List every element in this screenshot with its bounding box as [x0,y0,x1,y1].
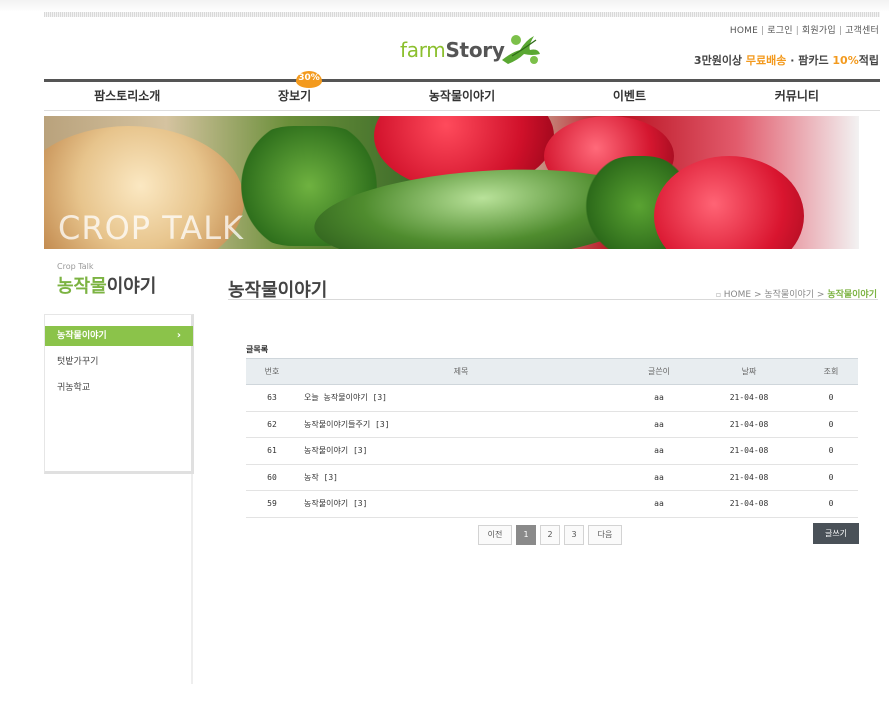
post-hits: 0 [804,384,858,412]
list-label: 글목록 [246,345,269,354]
sidebar-item-crop-talk[interactable]: 농작물이야기 › [45,326,193,346]
post-number: 61 [246,437,298,465]
post-title-link[interactable]: 농작물이야기 [3] [298,490,624,518]
bullet-icon: ▫ [715,290,724,299]
table-row[interactable]: 62 농작물이야기들주기 [3] aa 21-04-08 0 [246,411,858,438]
banner-title: CROP TALK [58,209,244,247]
top-stripe [44,12,880,17]
post-hits: 0 [804,437,858,465]
top-shadow [0,0,889,12]
post-author: aa [624,464,694,491]
hero-banner: CROP TALK [44,116,859,249]
column-hits: 조회 [804,358,858,385]
free-shipping-text: 무료배송 [745,54,787,67]
site-logo[interactable]: farmStory [398,30,548,70]
sidebar-small-title: Crop Talk [57,262,94,271]
post-number: 59 [246,490,298,518]
sidebar-heading: Crop Talk 농작물이야기 [57,262,156,298]
post-date: 21-04-08 [694,411,804,438]
column-number: 번호 [246,358,298,385]
post-author: aa [624,384,694,412]
page-button-3[interactable]: 3 [564,525,584,545]
nav-item-event[interactable]: 이벤트 [545,82,712,110]
page-button-2[interactable]: 2 [540,525,560,545]
sidebar-item-garden[interactable]: 텃밭가꾸기 [45,352,193,378]
table-header-row: 번호 제목 글쓴이 날짜 조회 [246,358,858,385]
post-hits: 0 [804,411,858,438]
home-link[interactable]: HOME [730,26,758,36]
post-author: aa [624,411,694,438]
customer-center-link[interactable]: 고객센터 [845,26,879,36]
post-title-link[interactable]: 농작물이야기 [3] [298,437,624,465]
write-button[interactable]: 글쓰기 [813,523,859,544]
column-author: 글쓴이 [624,358,694,385]
post-date: 21-04-08 [694,437,804,465]
discount-badge: 30% [296,71,322,88]
post-date: 21-04-08 [694,464,804,491]
signup-link[interactable]: 회원가입 [802,26,836,36]
percent-text: 10% [832,54,859,67]
post-title-link[interactable]: 농작 [3] [298,464,624,491]
sidebar-item-farm-school[interactable]: 귀농학교 [45,378,193,404]
post-number: 63 [246,384,298,412]
post-title-link[interactable]: 농작물이야기들주기 [3] [298,411,624,438]
promo-text: 3만원이상 무료배송 · 팜카드 10%적립 [693,54,879,67]
column-title: 제목 [298,358,624,385]
post-author: aa [624,437,694,465]
nav-item-about[interactable]: 팜스토리소개 [44,82,210,110]
sidebar-menu: 농작물이야기 › 텃밭가꾸기 귀농학교 [45,326,193,404]
column-date: 날짜 [694,358,804,385]
table-row[interactable]: 60 농작 [3] aa 21-04-08 0 [246,464,858,491]
post-table: 번호 제목 글쓴이 날짜 조회 63 오늘 농작물이야기 [3] aa 21-0… [246,358,858,518]
page-button-1[interactable]: 1 [516,525,536,545]
post-title-link[interactable]: 오늘 농작물이야기 [3] [298,384,624,412]
post-number: 62 [246,411,298,438]
table-row[interactable]: 59 농작물이야기 [3] aa 21-04-08 0 [246,490,858,518]
post-date: 21-04-08 [694,384,804,412]
post-number: 60 [246,464,298,491]
next-page-button[interactable]: 다음 [588,525,622,545]
nav-item-shop[interactable]: 장보기 [210,82,377,110]
post-hits: 0 [804,464,858,491]
login-link[interactable]: 로그인 [767,26,792,36]
post-hits: 0 [804,490,858,518]
title-divider [228,299,878,300]
utility-links: HOME | 로그인 | 회원가입 | 고객센터 [729,26,879,36]
nav-item-crop-talk[interactable]: 농작물이야기 [377,82,545,110]
table-row[interactable]: 63 오늘 농작물이야기 [3] aa 21-04-08 0 [246,384,858,412]
main-nav: 팜스토리소개 장보기 농작물이야기 이벤트 커뮤니티 [44,79,880,111]
post-date: 21-04-08 [694,490,804,518]
prev-page-button[interactable]: 이전 [478,525,512,545]
nav-item-community[interactable]: 커뮤니티 [712,82,880,110]
table-row[interactable]: 61 농작물이야기 [3] aa 21-04-08 0 [246,437,858,465]
chevron-right-icon: › [176,330,181,341]
sidebar-divider [191,474,193,684]
sidebar-title: 농작물이야기 [57,276,157,297]
leaf-logo-icon [502,35,540,64]
post-author: aa [624,490,694,518]
pagination: 이전 1 2 3 다음 [478,525,622,545]
